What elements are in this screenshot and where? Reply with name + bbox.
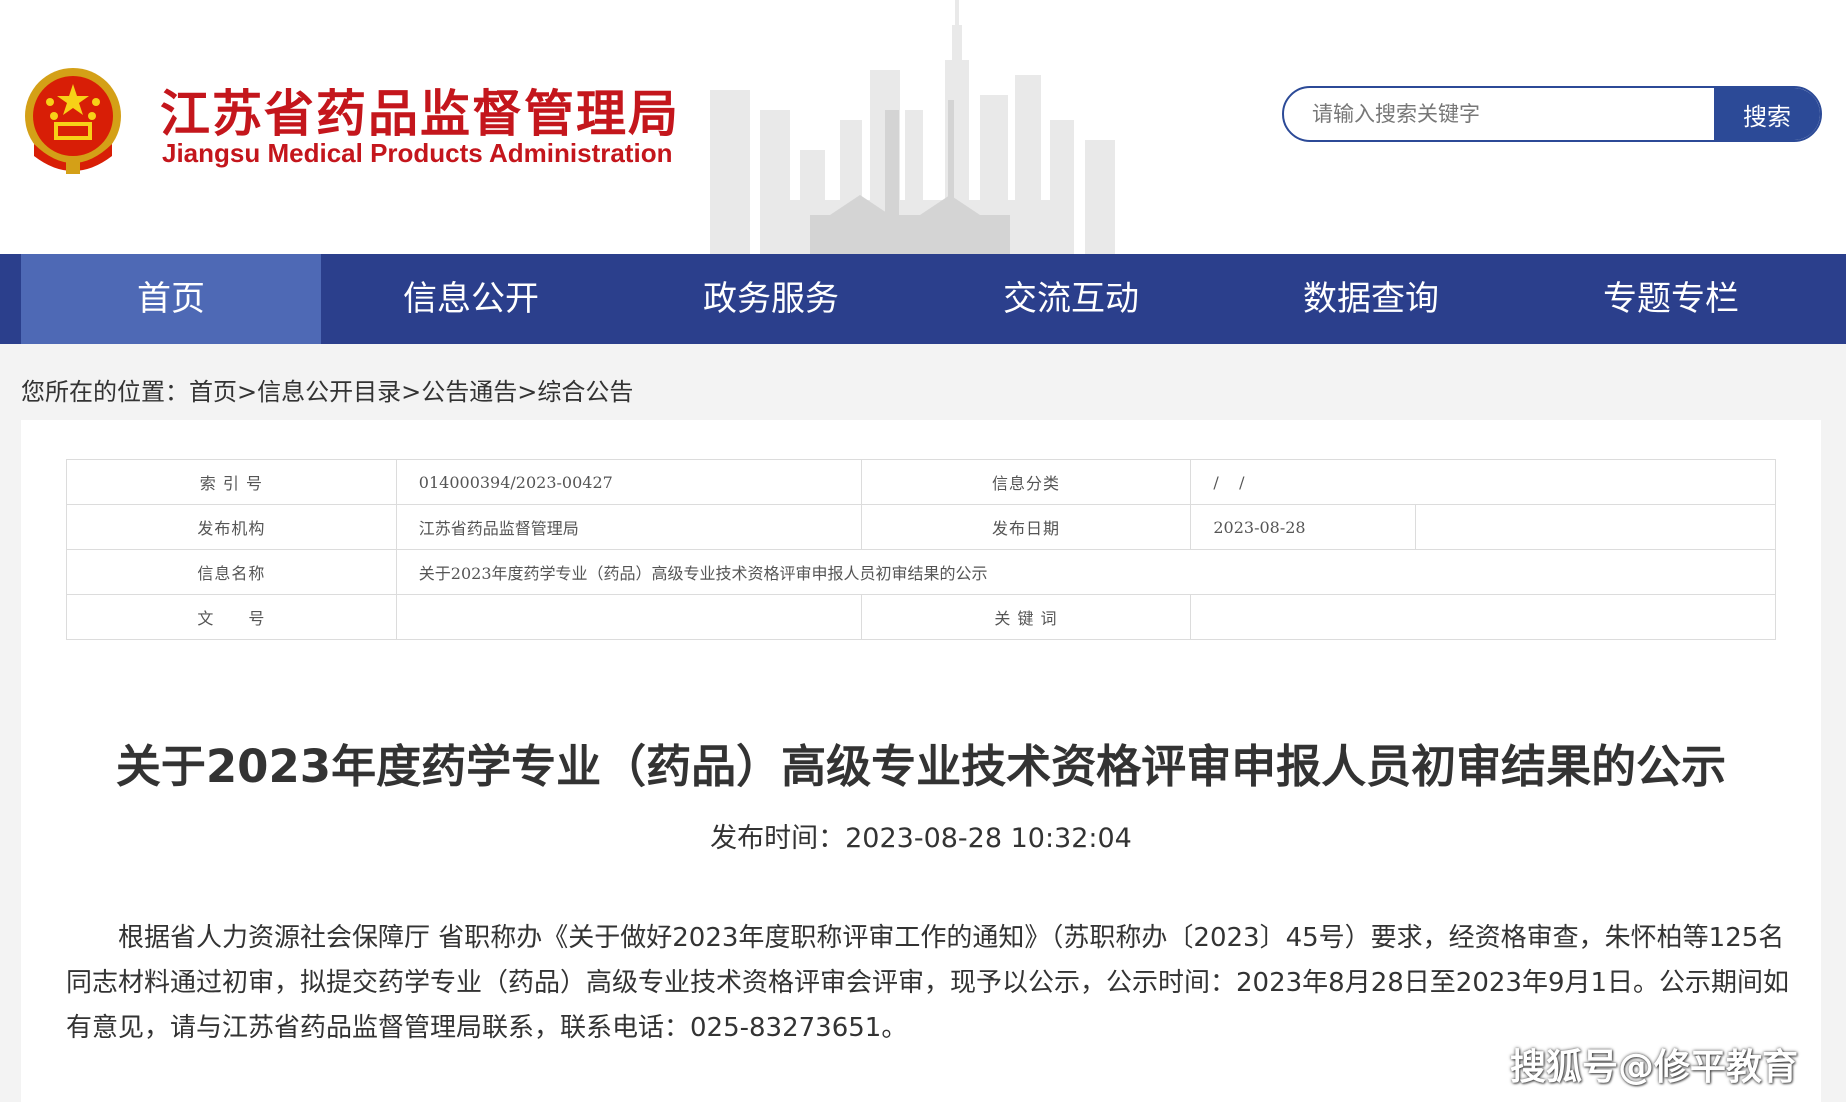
- metadata-table: 索 引 号 014000394/2023-00427 信息分类 / / 发布机构…: [66, 459, 1777, 640]
- date-label: 发布日期: [860, 504, 1192, 550]
- article-body: 根据省人力资源社会保障厅 省职称办《关于做好2023年度职称评审工作的通知》（苏…: [66, 923, 1790, 1043]
- search-input[interactable]: [1284, 88, 1714, 140]
- site-header: 江苏省药品监督管理局 Jiangsu Medical Products Admi…: [0, 0, 1846, 254]
- table-row: 索 引 号 014000394/2023-00427 信息分类 / /: [66, 459, 1776, 505]
- nav-item-info-disclosure[interactable]: 信息公开: [321, 254, 621, 344]
- docno-label: 文 号: [66, 594, 397, 640]
- nav-item-data-query[interactable]: 数据查询: [1221, 254, 1521, 344]
- search-button[interactable]: 搜索: [1714, 88, 1820, 140]
- breadcrumb: 您所在的位置：首页>信息公开目录>公告通告>综合公告: [21, 372, 633, 407]
- breadcrumb-separator: >: [237, 378, 258, 406]
- org-value: 江苏省药品监督管理局: [395, 504, 862, 550]
- site-title-cn: 江苏省药品监督管理局: [160, 85, 680, 143]
- watermark: 搜狐号@修平教育: [1510, 1047, 1799, 1088]
- category-value: / /: [1190, 459, 1776, 505]
- index-value: 014000394/2023-00427: [395, 459, 862, 505]
- nav-item-home[interactable]: 首页: [21, 254, 321, 344]
- nav-item-interaction[interactable]: 交流互动: [921, 254, 1221, 344]
- publish-time: 发布时间：2023-08-28 10:32:04: [710, 823, 1132, 854]
- main-nav: 首页 信息公开 政务服务 交流互动 数据查询 专题专栏: [0, 254, 1846, 344]
- search-box: 搜索: [1282, 86, 1822, 142]
- article-panel: 索 引 号 014000394/2023-00427 信息分类 / / 发布机构…: [21, 420, 1821, 1102]
- category-label: 信息分类: [860, 459, 1192, 505]
- city-skyline-decoration: [710, 0, 1115, 254]
- nav-item-gov-services[interactable]: 政务服务: [621, 254, 921, 344]
- org-label: 发布机构: [66, 504, 397, 550]
- article-title: 关于2023年度药学专业（药品）高级专业技术资格评审申报人员初审结果的公示: [115, 740, 1727, 793]
- docno-value: [395, 594, 862, 640]
- breadcrumb-separator: >: [517, 378, 538, 406]
- empty-cell: [1415, 504, 1776, 550]
- keyword-label: 关 键 词: [860, 594, 1192, 640]
- breadcrumb-separator: >: [401, 378, 422, 406]
- keyword-value: [1190, 594, 1776, 640]
- breadcrumb-general-notices[interactable]: 综合公告: [537, 378, 633, 406]
- breadcrumb-notices[interactable]: 公告通告: [421, 378, 517, 406]
- name-label: 信息名称: [66, 549, 397, 595]
- breadcrumb-prefix: 您所在的位置：: [21, 378, 189, 406]
- index-label: 索 引 号: [66, 459, 397, 505]
- table-row: 信息名称 关于2023年度药学专业（药品）高级专业技术资格评审申报人员初审结果的…: [66, 549, 1777, 595]
- date-value: 2023-08-28: [1190, 504, 1417, 550]
- site-title-en: Jiangsu Medical Products Administration: [162, 138, 673, 168]
- national-emblem-icon: [25, 68, 121, 174]
- breadcrumb-info-catalog[interactable]: 信息公开目录: [257, 378, 401, 406]
- table-row: 文 号 关 键 词: [66, 594, 1776, 640]
- table-row: 发布机构 江苏省药品监督管理局 发布日期 2023-08-28: [66, 504, 1776, 550]
- nav-item-special-topics[interactable]: 专题专栏: [1521, 254, 1821, 344]
- breadcrumb-home[interactable]: 首页: [189, 378, 237, 406]
- name-value: 关于2023年度药学专业（药品）高级专业技术资格评审申报人员初审结果的公示: [395, 549, 1777, 595]
